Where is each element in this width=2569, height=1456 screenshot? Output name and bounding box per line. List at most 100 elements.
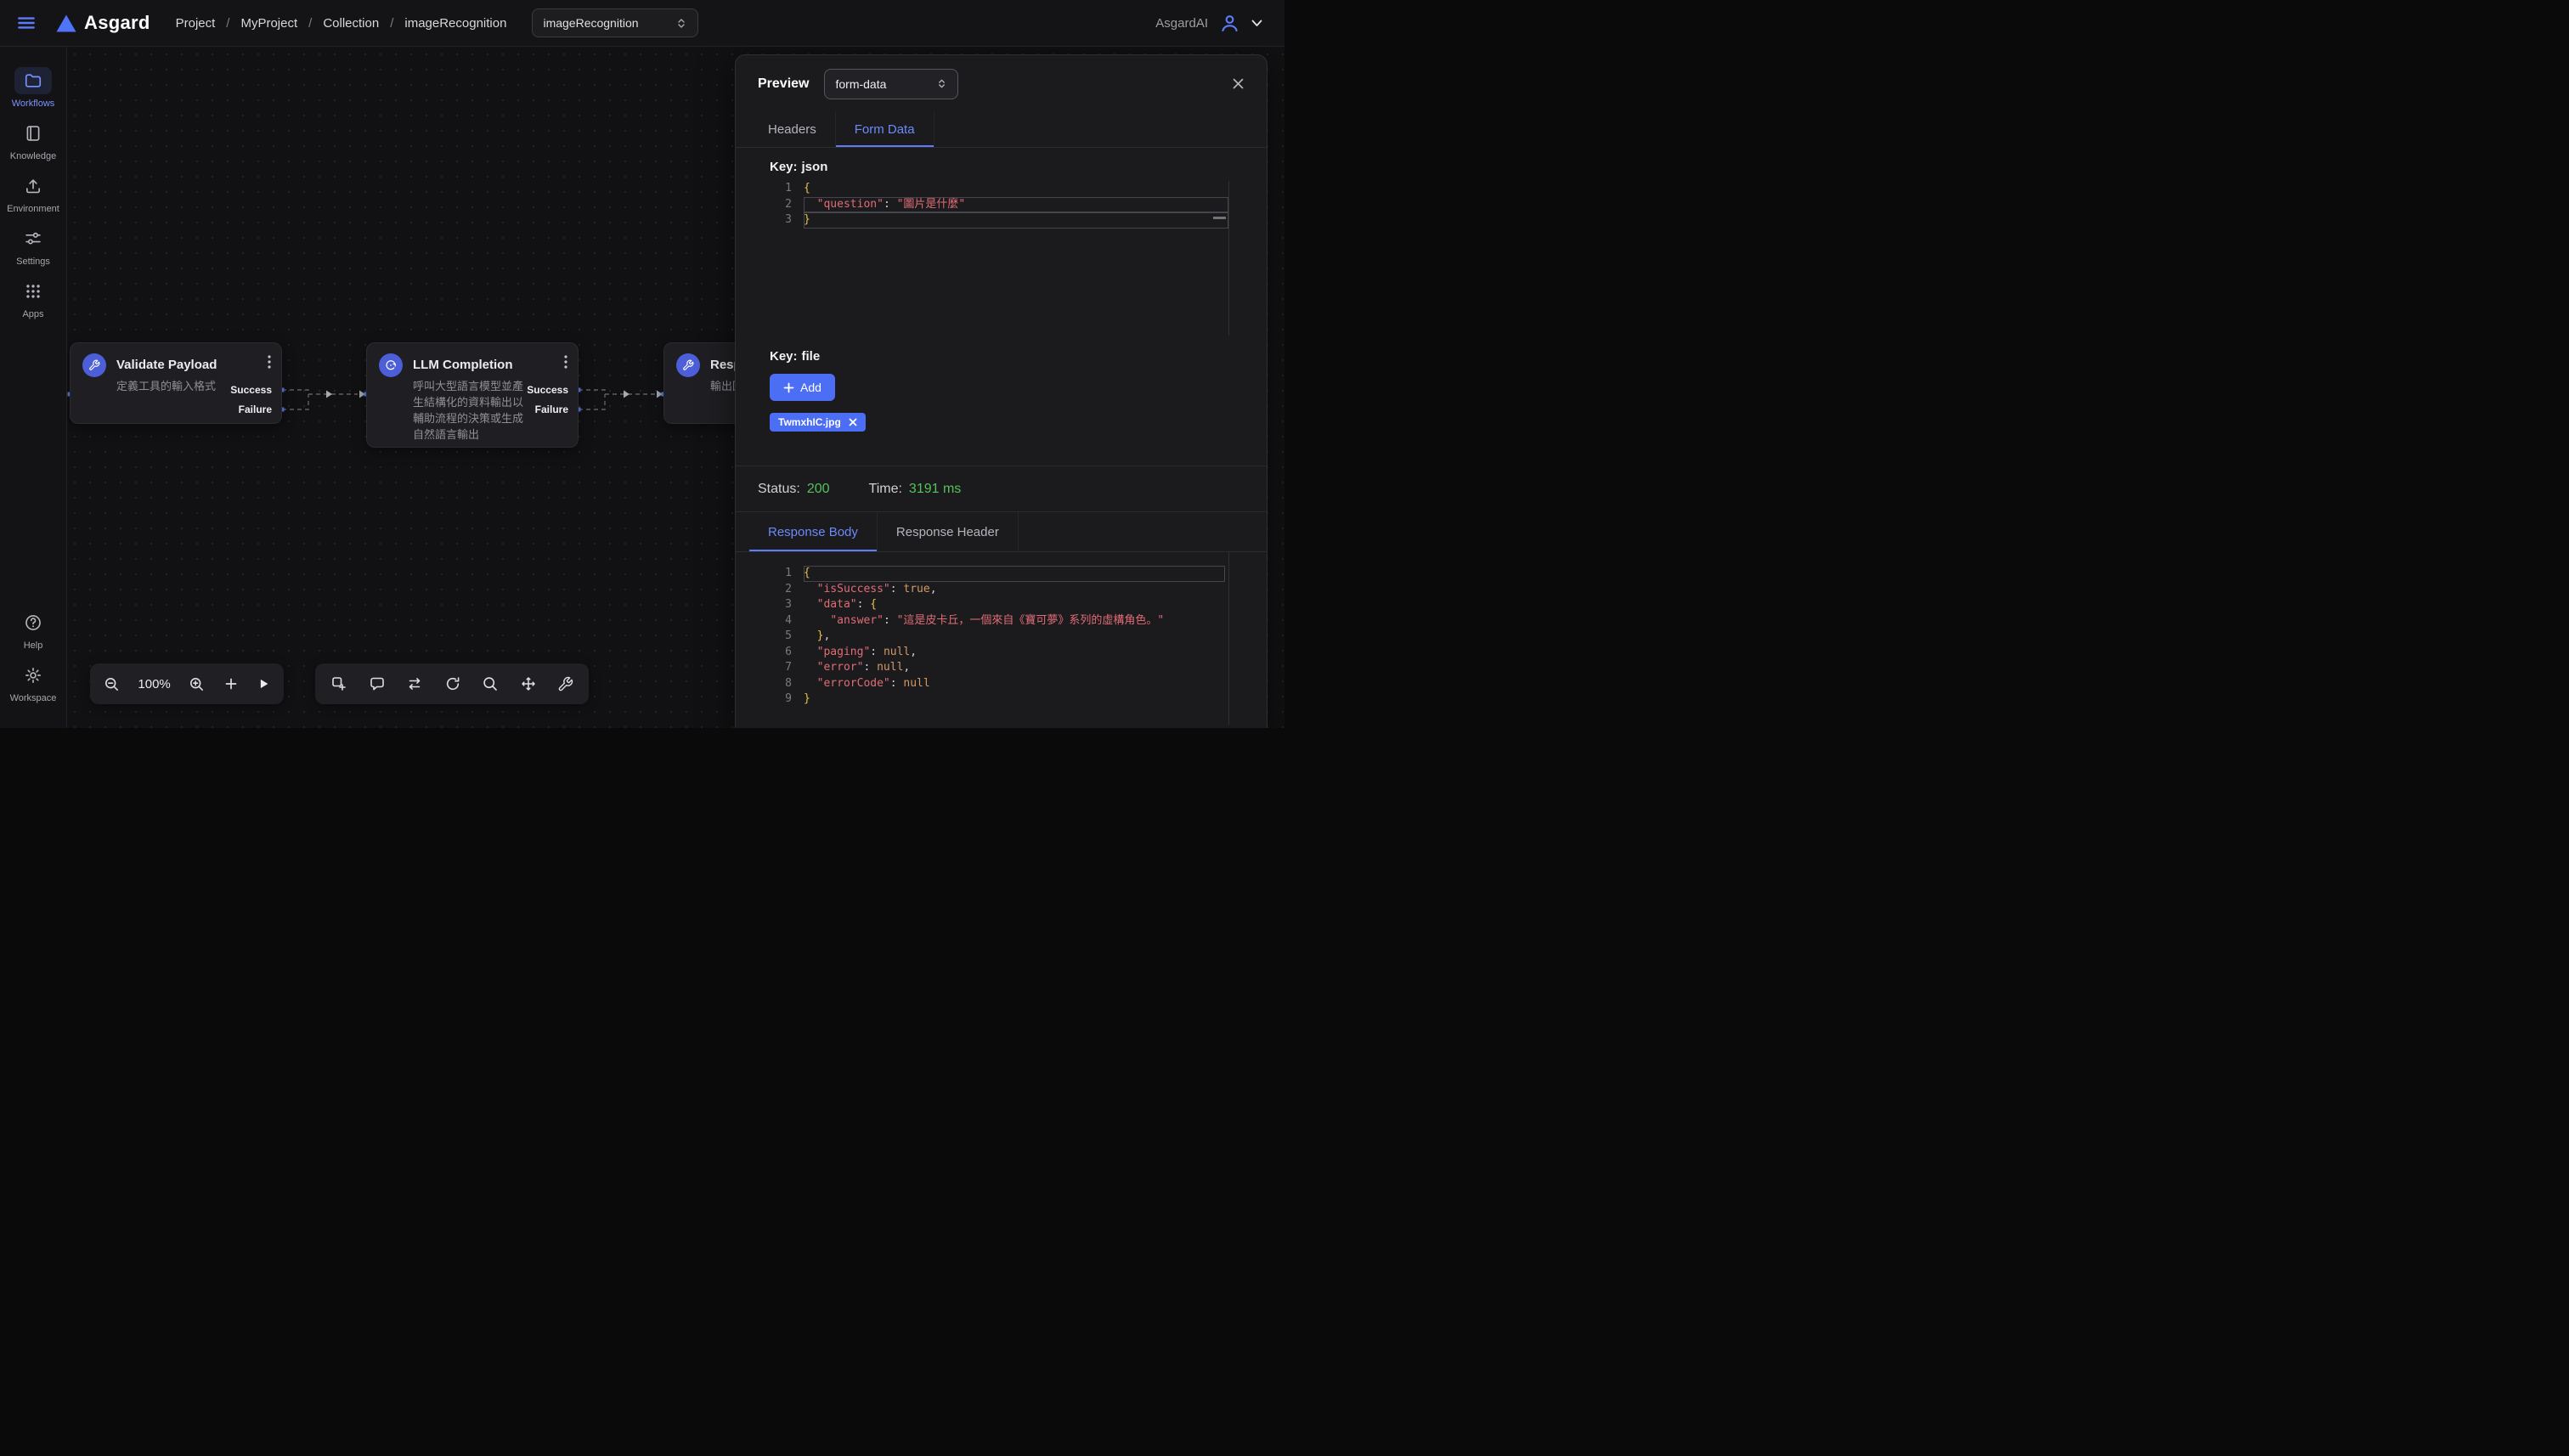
status-value: 200 [807,482,830,497]
code-line: 7 "error": null, [770,660,1225,676]
code-line: 5 }, [770,629,1225,645]
preview-header: Preview form-data [736,55,1267,112]
sidebar-item-help[interactable]: Help [0,609,66,651]
preview-panel: Preview form-data Headers Form Data Key:… [735,54,1268,728]
tab-form-data[interactable]: Form Data [836,112,934,147]
breadcrumb-separator: / [226,16,229,31]
tab-headers[interactable]: Headers [749,112,836,147]
add-button[interactable] [223,676,239,691]
preview-title: Preview [758,76,809,92]
apps-grid-icon [14,278,52,305]
form-json-editor[interactable]: 1{2 "question": "圖片是什麼"3} [770,181,1229,336]
upload-icon [14,172,52,200]
hamburger-icon [15,12,37,34]
key-file-label: Key:file [770,349,1229,364]
sidebar-item-label: Workspace [10,693,57,703]
select-updown-icon [675,17,687,30]
preview-mode-select[interactable]: form-data [824,69,958,99]
port-failure: Failure [239,404,272,415]
scrollbar-mark [1213,217,1226,219]
node-title: LLM Completion [413,353,566,377]
breadcrumb-item-workflow[interactable]: imageRecognition [404,16,506,31]
plus-icon [223,676,239,691]
fit-view-button[interactable] [520,675,537,692]
sidebar-item-knowledge[interactable]: Knowledge [0,120,66,161]
sidebar-item-label: Apps [22,309,43,319]
breadcrumb-separator: / [308,16,312,31]
node-menu-button[interactable] [564,355,567,369]
code-line: 1{ [770,181,1228,197]
topbar-right: AsgardAI [1155,12,1262,35]
code-line: 4 "answer": "這是皮卡丘，一個來自《寶可夢》系列的虛構角色。" [770,613,1225,629]
gear-icon [14,662,52,689]
sidebar-item-apps[interactable]: Apps [0,278,66,319]
breadcrumb-item-collection[interactable]: Collection [323,16,379,31]
code-line: 2 "question": "圖片是什麼" [770,197,1228,213]
sidebar-item-label: Help [24,641,43,651]
port-success: Success [230,384,272,396]
search-button[interactable] [482,675,499,692]
tools-button[interactable] [557,676,573,692]
sidebar-item-settings[interactable]: Settings [0,225,66,267]
menu-button[interactable] [15,12,37,34]
node-menu-button[interactable] [268,355,271,369]
code-line: 9} [770,691,1225,708]
port-success: Success [527,384,568,396]
chip-close-icon[interactable] [849,418,857,426]
wrench-icon [82,353,106,377]
sidebar: Workflows Knowledge Environment Settings… [0,47,67,728]
rotate-play-icon [444,675,461,692]
tab-response-header[interactable]: Response Header [878,512,1019,551]
code-line: 8 "errorCode": null [770,676,1225,692]
zoom-in-icon [189,676,205,692]
move-fit-icon [520,675,537,692]
app-window: Asgard Project / MyProject / Collection … [0,0,1284,728]
zoom-in-button[interactable] [189,676,205,692]
preview-mode-value: form-data [835,77,886,91]
time-badge: Time: 3191 ms [869,482,962,497]
user-menu-button[interactable] [1218,12,1241,35]
logo-triangle-icon [56,14,76,32]
tools-toolbar [315,663,589,704]
llm-refresh-icon [379,353,403,377]
sidebar-item-label: Knowledge [10,151,56,161]
logo: Asgard [56,12,150,34]
form-data-section: Key:json 1{2 "question": "圖片是什麼"3} Key:f… [736,148,1267,466]
close-preview-button[interactable] [1232,77,1245,90]
folder-icon [14,67,52,94]
sidebar-item-environment[interactable]: Environment [0,172,66,214]
node-validate-payload[interactable]: Validate Payload 定義工具的輸入格式 Success Failu… [70,342,282,424]
code-line: 1{ [770,566,1225,582]
comment-icon [369,675,386,692]
run-button[interactable] [257,677,270,691]
file-chip[interactable]: TwmxhIC.jpg [770,413,866,432]
add-file-label: Add [800,381,822,394]
sidebar-item-workspace[interactable]: Workspace [0,662,66,703]
add-node-button[interactable] [330,675,347,692]
add-file-button[interactable]: Add [770,374,835,401]
response-body-editor[interactable]: 1{2 "isSuccess": true,3 "data": {4 "answ… [770,552,1229,725]
zoom-out-button[interactable] [104,676,120,692]
response-tabbar: Response Body Response Header [736,512,1267,552]
node-subtitle: 呼叫大型語言模型並產生結構化的資料輸出以輔助流程的決策或生成自然語言輸出 [413,379,534,443]
node-subtitle: 定義工具的輸入格式 [116,379,237,395]
sidebar-item-label: Environment [7,204,59,214]
workflow-select[interactable]: imageRecognition [532,8,698,37]
user-menu-chevron-button[interactable] [1251,20,1262,27]
breadcrumb-item-project[interactable]: Project [176,16,216,31]
zoom-out-icon [104,676,120,692]
workflow-select-value: imageRecognition [543,16,638,30]
zoom-toolbar: 100% [90,663,284,704]
comment-button[interactable] [369,675,386,692]
swap-connections-button[interactable] [406,675,423,692]
auto-layout-button[interactable] [444,675,461,692]
request-tabbar: Headers Form Data [736,112,1267,148]
user-icon [1218,12,1241,35]
sidebar-item-workflows[interactable]: Workflows [0,67,66,109]
swap-arrows-icon [406,675,423,692]
code-line: 2 "isSuccess": true, [770,582,1225,598]
tab-response-body[interactable]: Response Body [749,512,878,551]
breadcrumb-item-myproject[interactable]: MyProject [240,16,297,31]
node-llm-completion[interactable]: LLM Completion 呼叫大型語言模型並產生結構化的資料輸出以輔助流程的… [366,342,579,448]
status-row: Status: 200 Time: 3191 ms [736,466,1267,511]
